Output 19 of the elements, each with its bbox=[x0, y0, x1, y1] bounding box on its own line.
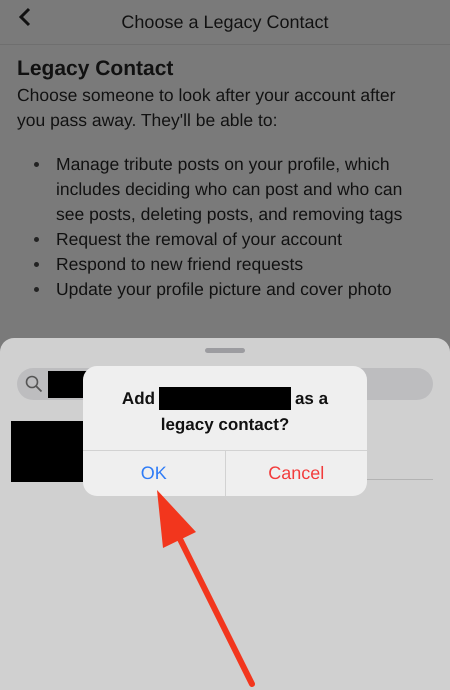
bullet-text: Update your profile picture and cover photo bbox=[56, 278, 392, 301]
dialog-title: Add bbox=[122, 388, 155, 410]
back-icon[interactable] bbox=[18, 7, 32, 27]
bullet-dot bbox=[34, 237, 39, 242]
sheet-handle[interactable] bbox=[205, 348, 245, 353]
page-title: Choose a Legacy Contact bbox=[121, 12, 329, 32]
dialog-title: legacy contact? bbox=[160, 414, 290, 436]
bullet-text: Manage tribute posts on your profile, which includes deciding who can post and who can see posts, deleting posts, and removing tags bbox=[56, 153, 404, 226]
bullet-dot bbox=[34, 162, 39, 167]
bullet-dot bbox=[34, 287, 39, 292]
intro-text: Choose someone to look after your account after you pass away. They'll be able to: bbox=[17, 84, 396, 132]
bullet-text: Request the removal of your account bbox=[56, 228, 342, 251]
dialog-title: as a bbox=[294, 388, 328, 410]
cancel-button[interactable]: Cancel bbox=[224, 451, 367, 496]
search-icon bbox=[25, 375, 43, 393]
bullet-text: Respond to new friend requests bbox=[56, 253, 304, 276]
bullet-dot bbox=[34, 262, 39, 267]
ok-button[interactable]: OK bbox=[83, 451, 224, 496]
section-heading: Legacy Contact bbox=[17, 57, 174, 81]
